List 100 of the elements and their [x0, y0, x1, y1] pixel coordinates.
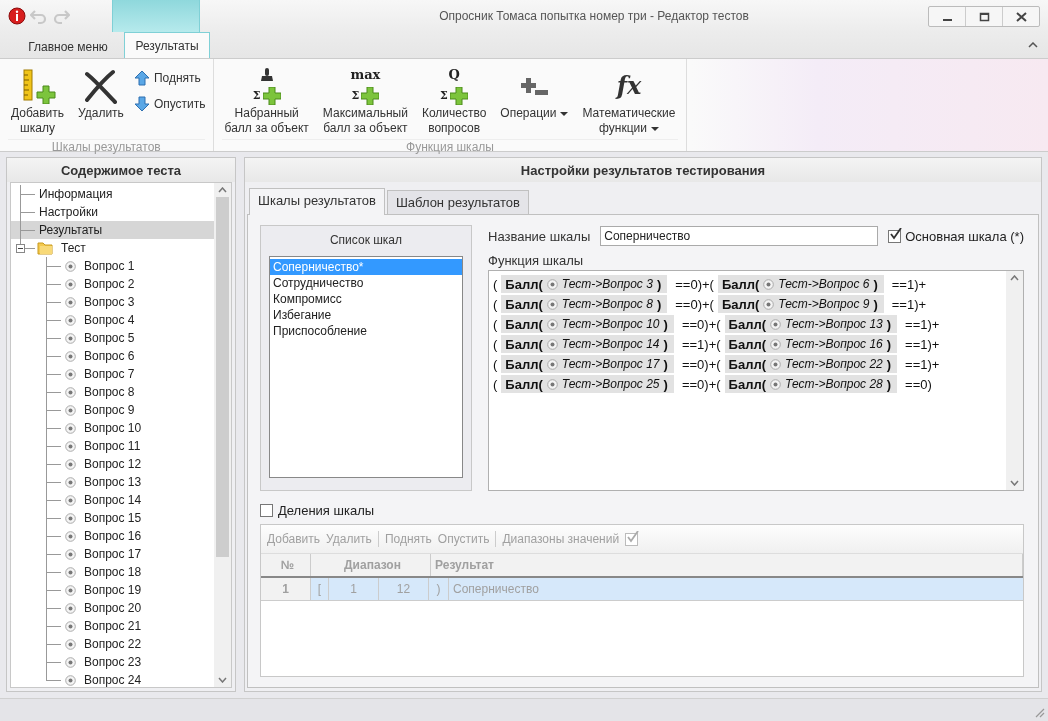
radio-icon	[546, 318, 558, 330]
ribbon-button[interactable]: max Σ Максимальный балл за объект	[315, 63, 415, 139]
table-cell: )	[429, 578, 449, 600]
formula-token[interactable]: Балл( Тест->Вопрос 16 )	[724, 335, 898, 353]
radio-icon	[65, 404, 76, 416]
tree-item[interactable]: Вопрос 2	[11, 275, 214, 293]
formula-token[interactable]: Балл( Тест->Вопрос 17 )	[501, 355, 674, 373]
ribbon-button[interactable]: fx Математические функции	[575, 63, 683, 139]
tree-item[interactable]: Вопрос 13	[11, 473, 214, 491]
tree-item[interactable]: Вопрос 1	[11, 257, 214, 275]
formula-token[interactable]: Балл( Тест->Вопрос 14 )	[501, 335, 674, 353]
collapse-ribbon-icon	[1028, 42, 1038, 48]
radio-icon	[65, 386, 76, 398]
formula-token[interactable]: Балл( Тест->Вопрос 6 )	[717, 275, 884, 293]
radio-icon	[65, 278, 76, 290]
formula-token[interactable]: Балл( Тест->Вопрос 9 )	[717, 295, 884, 313]
function-icon: fx	[616, 68, 642, 104]
checkbox[interactable]	[625, 532, 639, 546]
table-cell: 1	[261, 578, 311, 600]
scroll-up-icon	[218, 187, 227, 193]
formula-editor[interactable]	[488, 270, 1024, 491]
app-icon	[8, 7, 26, 25]
formula-token[interactable]: Балл( Тест->Вопрос 28 )	[724, 375, 898, 393]
radio-icon	[65, 476, 76, 488]
window-title: Опросник Томаса попытка номер три - Редактор тестов	[438, 9, 750, 23]
ribbon-button[interactable]: Q Σ Количество вопросов	[414, 63, 494, 139]
tree-item[interactable]: Вопрос 8	[11, 383, 214, 401]
radio-icon	[546, 338, 558, 350]
radio-icon	[763, 278, 775, 290]
tree-item[interactable]: Вопрос 18	[11, 563, 214, 581]
redo-icon	[52, 7, 70, 25]
formula-token[interactable]: Балл( Тест->Вопрос 3 )	[501, 275, 668, 293]
name-field[interactable]: Соперничество	[600, 226, 879, 246]
tree-item[interactable]: Информация	[11, 185, 214, 203]
formula-text: ==0)+(	[681, 356, 721, 372]
radio-icon	[770, 338, 781, 350]
ribbon-button[interactable]: Удалить	[71, 63, 131, 124]
tree-item[interactable]: Вопрос 6	[11, 347, 214, 365]
radio-icon	[65, 584, 76, 596]
checkbox-label: Деления шкалы	[278, 503, 375, 518]
tree-item[interactable]: Вопрос 19	[11, 581, 214, 599]
radio-icon	[65, 440, 76, 452]
checkbox[interactable]	[260, 504, 273, 517]
tree-item[interactable]: Вопрос 7	[11, 365, 214, 383]
folder-icon	[37, 240, 53, 256]
tree-item[interactable]: Вопрос 16	[11, 527, 214, 545]
radio-icon	[65, 494, 76, 506]
list-item[interactable]: Сотрудничество	[270, 275, 462, 291]
tree-item[interactable]: Вопрос 5	[11, 329, 214, 347]
formula-text: ==1)+(	[681, 336, 721, 352]
tree-item[interactable]: Вопрос 4	[11, 311, 214, 329]
formula-token[interactable]: Балл( Тест->Вопрос 25 )	[501, 375, 674, 393]
ribbon-button[interactable]: Добавить шкалу	[4, 63, 72, 139]
radio-icon	[770, 318, 781, 330]
ribbon-button[interactable]: Операции	[493, 63, 576, 124]
checkbox[interactable]	[888, 229, 902, 243]
formula-token[interactable]: Балл( Тест->Вопрос 22 )	[724, 355, 898, 373]
radio-icon	[770, 378, 781, 390]
tree-item[interactable]: Вопрос 23	[11, 653, 214, 671]
formula-token[interactable]: Балл( Тест->Вопрос 10 )	[501, 315, 674, 333]
formula-text: (	[493, 376, 498, 392]
list-item[interactable]: Избегание	[270, 307, 462, 323]
tree-item[interactable]: Вопрос 12	[11, 455, 214, 473]
cross-icon	[82, 68, 119, 104]
radio-icon	[65, 332, 76, 344]
radio-icon	[65, 314, 76, 326]
tree-item[interactable]: Вопрос 3	[11, 293, 214, 311]
scroll-down-icon	[218, 677, 227, 683]
list-item[interactable]: Приспособление	[270, 323, 462, 339]
tree-item[interactable]: Вопрос 9	[11, 401, 214, 419]
ribbon-button[interactable]: Σ Набранный балл за объект	[217, 63, 316, 139]
tree-item[interactable]: Тест	[11, 239, 214, 257]
tree-item[interactable]: Настройки	[11, 203, 214, 221]
tree-item[interactable]: Вопрос 22	[11, 635, 214, 653]
tree-item[interactable]: Вопрос 15	[11, 509, 214, 527]
tree-item[interactable]: Вопрос 20	[11, 599, 214, 617]
tree-item[interactable]: Вопрос 17	[11, 545, 214, 563]
radio-icon	[546, 358, 558, 370]
tab[interactable]: Шаблон результатов	[386, 190, 529, 214]
scrollbar-thumb[interactable]	[216, 197, 229, 557]
tree-item[interactable]: Вопрос 11	[11, 437, 214, 455]
ribbon-button[interactable]: Поднять	[130, 69, 209, 87]
ribbon-button[interactable]: Опустить	[130, 95, 209, 113]
table-cell-text: Соперничество	[452, 581, 540, 598]
tree-item[interactable]: Вопрос 10	[11, 419, 214, 437]
tree-item[interactable]: Результаты	[11, 221, 214, 239]
tree-item[interactable]: Вопрос 21	[11, 617, 214, 635]
tab[interactable]: Шкалы результатов	[249, 188, 385, 215]
ribbon-tab[interactable]: Результаты	[124, 32, 210, 58]
plus-minus-icon	[520, 77, 548, 95]
radio-icon	[65, 350, 76, 362]
group-title: Список шкал	[328, 232, 404, 249]
caret-icon	[650, 126, 659, 131]
formula-token[interactable]: Балл( Тест->Вопрос 8 )	[501, 295, 668, 313]
tree-item[interactable]: Вопрос 24	[11, 671, 214, 687]
tree-item[interactable]: Вопрос 14	[11, 491, 214, 509]
ribbon-tab[interactable]: Главное меню	[12, 34, 124, 58]
list-item[interactable]: Компромисс	[270, 291, 462, 307]
collapse-icon[interactable]	[16, 244, 25, 253]
formula-token[interactable]: Балл( Тест->Вопрос 13 )	[724, 315, 898, 333]
